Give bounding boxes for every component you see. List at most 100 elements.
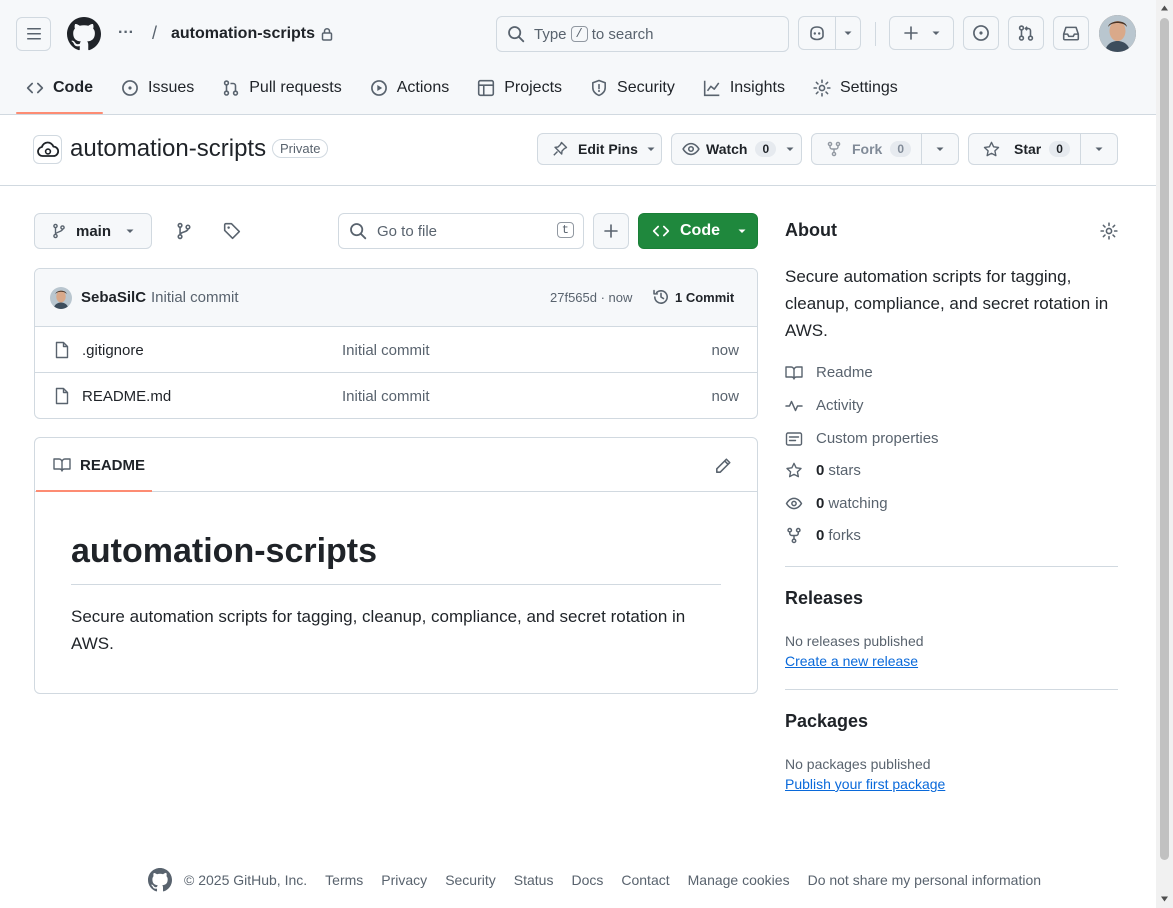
watching-label: watching: [828, 495, 888, 512]
edit-pins-label: Edit Pins: [578, 141, 638, 157]
chevron-down-icon: [936, 147, 944, 151]
chevron-down-icon: [738, 229, 746, 233]
fork-dropdown-button[interactable]: [921, 133, 959, 165]
footer-link-terms[interactable]: Terms: [325, 872, 363, 888]
add-file-button[interactable]: [593, 213, 629, 249]
chevron-down-icon[interactable]: [843, 28, 853, 38]
visibility-badge: Private: [272, 139, 329, 158]
scrollbar-thumb[interactable]: [1160, 18, 1169, 860]
search-icon: [350, 223, 367, 240]
copilot-button[interactable]: [798, 16, 861, 50]
menu-button[interactable]: [16, 17, 51, 51]
releases-empty-text: No releases published: [785, 633, 924, 649]
pencil-icon: [716, 458, 731, 473]
star-button[interactable]: Star 0: [968, 133, 1081, 165]
about-settings-button[interactable]: [1100, 222, 1118, 240]
file-icon: [55, 341, 69, 359]
page-scrollbar[interactable]: [1156, 0, 1173, 908]
activity-link-label: Activity: [816, 397, 864, 414]
note-icon: [785, 431, 803, 446]
footer-link-manage-cookies[interactable]: Manage cookies: [688, 872, 790, 888]
commit-history-link[interactable]: 1 Commit: [652, 288, 734, 306]
footer-link-privacy[interactable]: Privacy: [381, 872, 427, 888]
custom-properties-link[interactable]: Custom properties: [785, 430, 939, 447]
fork-button[interactable]: Fork 0: [811, 133, 922, 165]
footer-link-docs[interactable]: Docs: [571, 872, 603, 888]
readme-tab[interactable]: README: [36, 438, 153, 492]
scroll-down-arrow-icon[interactable]: [1160, 895, 1169, 903]
pull-requests-button[interactable]: [1008, 16, 1044, 50]
footer-link-status[interactable]: Status: [514, 872, 554, 888]
inbox-button[interactable]: [1053, 16, 1089, 50]
tab-security[interactable]: Security: [580, 68, 685, 108]
file-commit-message[interactable]: Initial commit: [342, 342, 430, 359]
go-to-file-input[interactable]: Go to file t: [338, 213, 584, 249]
branch-selector[interactable]: main: [34, 213, 152, 249]
github-logo-icon[interactable]: [148, 868, 172, 892]
create-new-button[interactable]: [889, 16, 954, 50]
tab-insights[interactable]: Insights: [693, 68, 795, 108]
issues-button[interactable]: [963, 16, 999, 50]
scroll-up-arrow-icon[interactable]: [1160, 4, 1169, 12]
footer-link-do-not-share[interactable]: Do not share my personal information: [808, 872, 1041, 888]
tab-pull-requests[interactable]: Pull requests: [212, 68, 352, 108]
tab-issues[interactable]: Issues: [111, 68, 204, 108]
packages-title[interactable]: Packages: [785, 711, 868, 732]
activity-link[interactable]: Activity: [785, 397, 864, 414]
file-name[interactable]: .gitignore: [82, 342, 144, 359]
commit-hash-time[interactable]: 27f565d · now: [550, 290, 632, 305]
edit-pins-button[interactable]: Edit Pins: [537, 133, 662, 165]
branches-link[interactable]: [175, 222, 193, 240]
table-icon: [478, 79, 495, 97]
breadcrumb-more[interactable]: ···: [118, 24, 134, 42]
commit-author-avatar[interactable]: [50, 287, 72, 309]
pulse-icon: [785, 400, 803, 411]
repo-title[interactable]: automation-scripts: [70, 135, 266, 163]
pin-icon: [553, 141, 568, 156]
tags-link[interactable]: [223, 222, 241, 240]
pull-request-icon: [224, 80, 239, 96]
publish-package-link[interactable]: Publish your first package: [785, 776, 945, 792]
forks-link[interactable]: 0 forks: [785, 527, 861, 544]
search-input[interactable]: Type / to search: [496, 16, 789, 52]
watch-button[interactable]: Watch 0: [671, 133, 802, 165]
stars-link[interactable]: 0 stars: [785, 462, 861, 479]
readme-body: Secure automation scripts for tagging, c…: [71, 607, 686, 653]
chevron-down-icon: [647, 147, 655, 151]
code-dropdown-button[interactable]: Code: [638, 213, 758, 249]
star-dropdown-button[interactable]: [1080, 133, 1118, 165]
github-logo-icon[interactable]: [67, 17, 101, 51]
cloud-gear-icon: [36, 141, 59, 157]
book-icon: [785, 365, 803, 380]
commit-author[interactable]: SebaSilC: [81, 289, 146, 306]
plus-icon: [903, 26, 918, 40]
chevron-down-icon: [786, 147, 794, 151]
footer-link-contact[interactable]: Contact: [621, 872, 669, 888]
eye-icon: [682, 142, 700, 156]
avatar[interactable]: [1099, 15, 1136, 52]
lock-icon: [321, 27, 333, 41]
tab-settings[interactable]: Settings: [803, 68, 908, 108]
file-name[interactable]: README.md: [82, 388, 171, 405]
file-row[interactable]: README.md Initial commit now: [35, 373, 757, 418]
watch-count: 0: [755, 141, 777, 157]
tab-projects-label: Projects: [504, 79, 563, 96]
breadcrumb-repo-link[interactable]: automation-scripts: [171, 25, 315, 43]
readme-link[interactable]: Readme: [785, 364, 873, 381]
create-release-link[interactable]: Create a new release: [785, 653, 918, 669]
footer-link-security[interactable]: Security: [445, 872, 496, 888]
file-row[interactable]: .gitignore Initial commit now: [35, 327, 757, 373]
edit-readme-button[interactable]: [714, 457, 732, 475]
stars-count: 0: [816, 462, 825, 479]
file-commit-message[interactable]: Initial commit: [342, 388, 430, 405]
branch-name: main: [76, 222, 112, 240]
commit-message[interactable]: Initial commit: [151, 289, 239, 306]
watching-link[interactable]: 0 watching: [785, 495, 888, 512]
tab-projects[interactable]: Projects: [467, 68, 572, 108]
code-icon: [26, 82, 44, 94]
tab-security-label: Security: [617, 79, 675, 96]
tab-code[interactable]: Code: [16, 68, 103, 114]
tab-actions[interactable]: Actions: [360, 68, 459, 108]
releases-title[interactable]: Releases: [785, 588, 863, 609]
chevron-down-icon: [1095, 147, 1103, 151]
